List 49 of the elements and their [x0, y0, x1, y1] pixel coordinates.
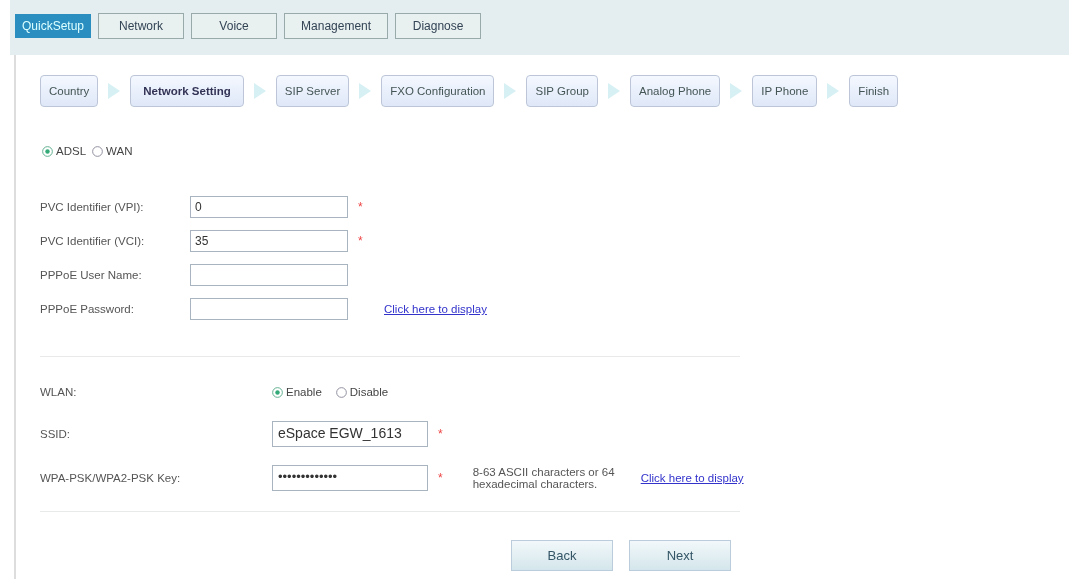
input-field[interactable] [190, 298, 348, 320]
display-link[interactable]: Click here to display [640, 472, 744, 484]
field-label: PVC Identifier (VCI): [40, 235, 146, 247]
required-mark: * [358, 200, 363, 214]
radio-button[interactable] [92, 145, 104, 157]
field-label: PPPoE User Name: [40, 269, 143, 281]
field-label: SSID: [40, 428, 72, 440]
wizard-step[interactable]: SIP Group [526, 75, 598, 107]
radio-label: Disable [349, 386, 389, 398]
menu-tab[interactable]: Diagnose [395, 13, 482, 39]
wizard-step[interactable]: Analog Phone [630, 75, 721, 107]
radio-label: ADSL [56, 145, 87, 157]
arrow-icon [252, 83, 267, 99]
arrow-icon [607, 83, 621, 99]
back-button[interactable]: Back [511, 540, 613, 571]
arrow-icon [729, 83, 744, 99]
radio-label: Enable [286, 386, 322, 398]
input-field[interactable]: 0 [190, 196, 348, 218]
required-mark: * [358, 234, 363, 248]
required-mark: * [438, 427, 443, 441]
arrow-icon [358, 83, 373, 99]
field-label: WLAN: [40, 386, 78, 398]
hint-text: 8-63 ASCII characters or 64 hexadecimal characters. [472, 466, 616, 490]
wizard-step[interactable]: SIP Server [275, 75, 350, 107]
field-label: PPPoE Password: [40, 303, 135, 315]
radio-button[interactable] [42, 145, 53, 157]
arrow-icon [503, 83, 518, 99]
arrow-icon [826, 83, 841, 99]
arrow-icon [107, 83, 122, 99]
input-field[interactable]: eSpace EGW_1613 [272, 421, 428, 447]
display-link[interactable]: Click here to display [384, 303, 487, 315]
menu-tab[interactable]: Network [98, 13, 185, 39]
radio-button[interactable] [272, 386, 283, 398]
wizard-step[interactable]: Finish [849, 75, 899, 107]
next-button[interactable]: Next [629, 540, 731, 571]
wizard-step[interactable]: FXO Configuration [381, 75, 495, 107]
radio-label: WAN [106, 145, 133, 157]
wizard-step[interactable]: Network Setting [130, 75, 244, 107]
wizard-step[interactable]: Country [40, 75, 99, 107]
password-field[interactable]: ••••••••••••• [272, 465, 428, 491]
wizard-step[interactable]: IP Phone [752, 75, 818, 107]
required-mark: * [438, 471, 443, 485]
menu-tab[interactable]: Voice [191, 13, 278, 39]
input-field[interactable]: 35 [190, 230, 348, 252]
field-label: WPA-PSK/WPA2-PSK Key: [40, 472, 182, 484]
field-label: PVC Identifier (VPI): [40, 201, 145, 213]
radio-button[interactable] [335, 386, 347, 398]
input-field[interactable] [190, 264, 348, 286]
menu-tab[interactable]: Management [284, 13, 389, 39]
